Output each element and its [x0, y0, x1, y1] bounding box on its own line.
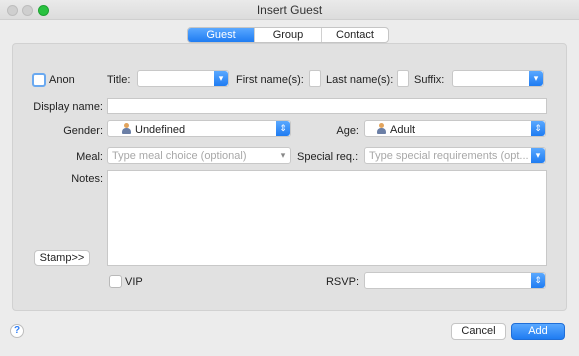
stepper-icon: ⇕	[276, 121, 290, 136]
display-name-label: Display name:	[33, 101, 103, 113]
suffix-label: Suffix:	[414, 74, 445, 86]
rsvp-label: RSVP:	[325, 276, 359, 288]
chevron-down-icon: ▾	[529, 71, 543, 86]
anon-label: Anon	[49, 74, 75, 86]
notes-textarea[interactable]	[107, 170, 547, 266]
notes-label: Notes:	[71, 173, 103, 185]
person-icon	[377, 123, 386, 134]
tab-guest[interactable]: Guest	[188, 28, 255, 42]
special-req-placeholder: Type special requirements (opt...	[369, 150, 529, 162]
tab-group[interactable]: Group	[255, 28, 322, 42]
chevron-down-icon: ▾	[276, 148, 290, 163]
last-name-label: Last name(s):	[326, 74, 394, 86]
chevron-down-icon: ▾	[531, 148, 545, 163]
age-value: Adult	[390, 124, 416, 136]
gender-select[interactable]: Undefined ⇕	[107, 120, 291, 137]
help-icon[interactable]: ?	[10, 324, 24, 338]
vip-checkbox[interactable]	[109, 275, 122, 288]
stepper-icon: ⇕	[531, 273, 545, 288]
meal-combobox[interactable]: Type meal choice (optional) ▾	[107, 147, 291, 164]
vip-label: VIP	[125, 276, 143, 288]
suffix-select[interactable]: ▾	[452, 70, 544, 87]
title-label: Title:	[107, 74, 131, 86]
window-title: Insert Guest	[256, 3, 323, 17]
gender-value: Undefined	[135, 124, 186, 136]
chevron-down-icon: ▾	[214, 71, 228, 86]
stepper-icon: ⇕	[531, 121, 545, 136]
anon-checkbox[interactable]	[32, 73, 46, 87]
meal-label: Meal:	[76, 151, 103, 163]
tab-bar: Guest Group Contact	[187, 27, 389, 43]
cancel-button[interactable]: Cancel	[451, 323, 506, 340]
meal-placeholder: Type meal choice (optional)	[112, 150, 247, 162]
last-name-field[interactable]	[397, 70, 409, 87]
gender-label: Gender:	[63, 125, 103, 137]
display-name-field[interactable]	[107, 98, 547, 114]
age-label: Age:	[336, 125, 359, 137]
tab-contact[interactable]: Contact	[322, 28, 388, 42]
stamp-button[interactable]: Stamp>>	[34, 250, 90, 266]
special-req-label: Special req.:	[297, 151, 359, 163]
rsvp-select[interactable]: ⇕	[364, 272, 546, 289]
add-button[interactable]: Add	[511, 323, 565, 340]
title-select[interactable]: ▾	[137, 70, 229, 87]
person-icon	[122, 123, 131, 134]
special-req-combobox[interactable]: Type special requirements (opt... ▾	[364, 147, 546, 164]
age-select[interactable]: Adult ⇕	[364, 120, 546, 137]
first-name-field[interactable]	[309, 70, 321, 87]
first-name-label: First name(s):	[236, 74, 304, 86]
